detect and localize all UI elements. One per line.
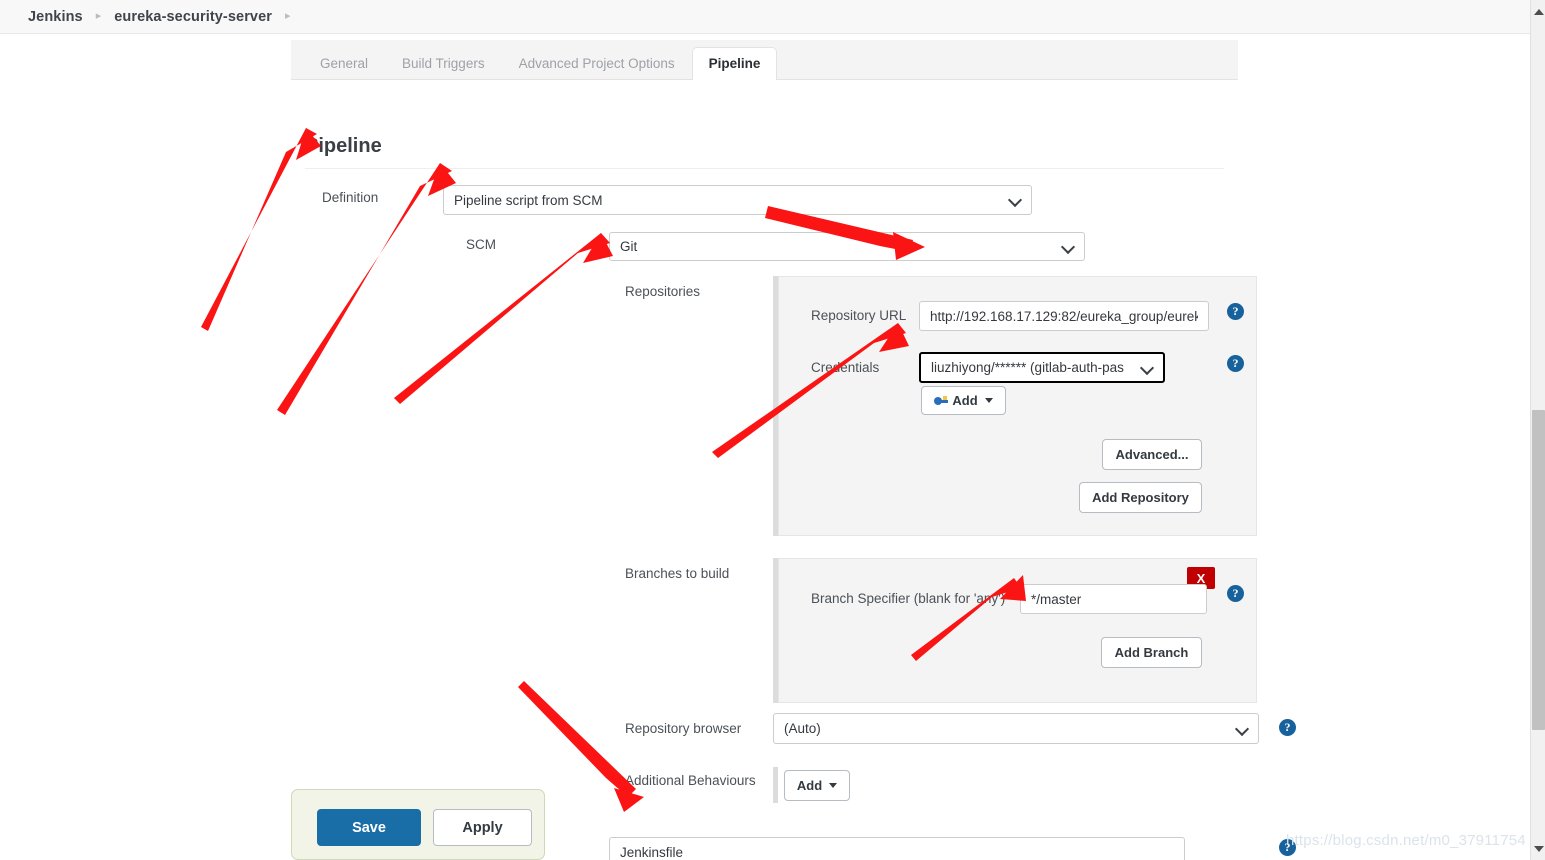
scm-select[interactable]: Git bbox=[609, 232, 1085, 261]
additional-behaviours-group-handle bbox=[773, 767, 778, 803]
repository-browser-help-icon[interactable]: ? bbox=[1279, 719, 1296, 736]
app-root: Jenkins ▸ eureka-security-server ▸ Gener… bbox=[0, 0, 1545, 860]
pipeline-form: Pipeline Definition Pipeline script from… bbox=[291, 80, 1296, 860]
credentials-value: liuzhiyong/****** (gitlab-auth-pas bbox=[931, 360, 1124, 375]
add-repository-button[interactable]: Add Repository bbox=[1079, 482, 1202, 513]
advanced-button[interactable]: Advanced... bbox=[1102, 439, 1202, 470]
advanced-label: Advanced... bbox=[1115, 447, 1189, 462]
branch-specifier-label: Branch Specifier (blank for 'any') bbox=[811, 591, 1006, 606]
scrollbar-thumb[interactable] bbox=[1532, 410, 1545, 730]
credentials-help-icon[interactable]: ? bbox=[1227, 355, 1244, 372]
config-panel: General Build Triggers Advanced Project … bbox=[291, 40, 1296, 860]
branch-specifier-input[interactable]: */master bbox=[1020, 584, 1207, 614]
apply-button[interactable]: Apply bbox=[433, 809, 532, 846]
repository-url-label: Repository URL bbox=[811, 308, 907, 323]
credentials-label: Credentials bbox=[811, 360, 880, 375]
config-tabbar: General Build Triggers Advanced Project … bbox=[291, 40, 1238, 80]
breadcrumb-item-job[interactable]: eureka-security-server bbox=[114, 9, 272, 25]
scm-value: Git bbox=[620, 239, 638, 254]
script-path-input[interactable]: Jenkinsfile bbox=[609, 837, 1185, 860]
branches-group bbox=[778, 558, 1257, 703]
add-behaviour-button[interactable]: Add bbox=[784, 770, 850, 801]
credentials-select[interactable]: liuzhiyong/****** (gitlab-auth-pas bbox=[919, 352, 1165, 383]
section-divider bbox=[305, 168, 1224, 169]
add-credentials-button[interactable]: Add bbox=[921, 386, 1006, 415]
repository-url-help-icon[interactable]: ? bbox=[1227, 303, 1244, 320]
scm-label: SCM bbox=[466, 237, 496, 252]
add-behaviour-label: Add bbox=[796, 778, 823, 793]
script-path-value: Jenkinsfile bbox=[620, 845, 684, 860]
repository-browser-value: (Auto) bbox=[784, 721, 821, 736]
breadcrumb-item-jenkins[interactable]: Jenkins bbox=[28, 9, 83, 25]
breadcrumb-separator-icon: ▸ bbox=[95, 10, 102, 22]
scroll-up-icon[interactable] bbox=[1531, 3, 1545, 20]
tab-general[interactable]: General bbox=[303, 47, 385, 81]
additional-behaviours-label: Additional Behaviours bbox=[625, 773, 756, 788]
form-actions-bar: Save Apply bbox=[291, 789, 545, 860]
add-branch-label: Add Branch bbox=[1114, 645, 1189, 660]
key-icon bbox=[934, 396, 949, 405]
tab-build-triggers[interactable]: Build Triggers bbox=[385, 47, 502, 81]
repositories-label: Repositories bbox=[625, 284, 701, 299]
tab-advanced-project-options[interactable]: Advanced Project Options bbox=[502, 47, 692, 81]
watermark: https://blog.csdn.net/m0_37911754 bbox=[1286, 832, 1526, 849]
repository-browser-select[interactable]: (Auto) bbox=[773, 713, 1259, 744]
tab-pipeline[interactable]: Pipeline bbox=[691, 46, 778, 80]
branch-specifier-value: */master bbox=[1031, 591, 1082, 607]
branch-specifier-help-icon[interactable]: ? bbox=[1227, 585, 1244, 602]
add-credentials-label: Add bbox=[952, 393, 978, 408]
breadcrumb: Jenkins ▸ eureka-security-server ▸ bbox=[0, 0, 1531, 34]
save-button[interactable]: Save bbox=[317, 809, 421, 846]
repository-url-input[interactable]: http://192.168.17.129:82/eureka_group/eu… bbox=[919, 301, 1209, 331]
add-repository-label: Add Repository bbox=[1092, 490, 1189, 505]
scroll-down-icon[interactable] bbox=[1531, 840, 1545, 857]
breadcrumb-separator-icon-2[interactable]: ▸ bbox=[285, 11, 291, 22]
add-branch-button[interactable]: Add Branch bbox=[1101, 637, 1202, 668]
definition-select[interactable]: Pipeline script from SCM bbox=[443, 185, 1032, 215]
page-scrollbar[interactable] bbox=[1530, 0, 1545, 860]
branches-label: Branches to build bbox=[625, 566, 730, 581]
page-title: Pipeline bbox=[305, 135, 382, 157]
repository-browser-label: Repository browser bbox=[625, 721, 742, 736]
repository-url-value: http://192.168.17.129:82/eureka_group/eu… bbox=[930, 308, 1198, 324]
definition-label: Definition bbox=[322, 190, 379, 205]
definition-value: Pipeline script from SCM bbox=[454, 192, 603, 208]
